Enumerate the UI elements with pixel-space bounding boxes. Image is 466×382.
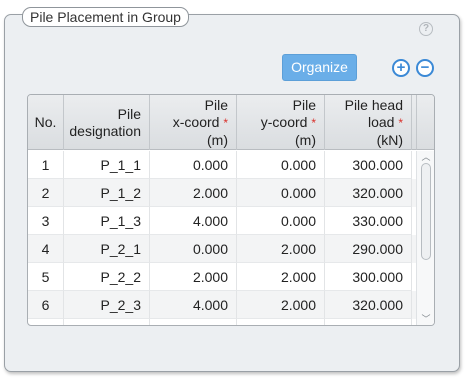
- cell-no: 1: [28, 151, 64, 179]
- cell-load[interactable]: 320.000: [325, 179, 412, 207]
- column-header-no-label: No.: [34, 114, 57, 130]
- pile-table: No. Pile designation Pile x-coord * (m) …: [27, 94, 435, 326]
- header-scroll-corner: [416, 95, 434, 150]
- table-row[interactable]: 5 P_2_2 2.000 2.000 300.000: [28, 263, 416, 291]
- table-header: No. Pile designation Pile x-coord * (m) …: [28, 95, 416, 150]
- cell-designation[interactable]: P_1_1: [64, 151, 150, 179]
- cell-y-coord[interactable]: 2.000: [237, 235, 325, 263]
- designation-header-line1: Pile: [117, 105, 141, 122]
- cell-designation[interactable]: P_2_3: [64, 291, 150, 319]
- cell-load[interactable]: 320.000: [325, 291, 412, 319]
- cell-x-coord[interactable]: 4.000: [150, 207, 237, 235]
- column-header-y-coord-label: Pile y-coord * (m): [261, 97, 316, 149]
- column-header-no[interactable]: No.: [28, 95, 64, 150]
- remove-row-icon[interactable]: −: [416, 59, 434, 77]
- chevron-down-icon[interactable]: ﹀: [420, 314, 432, 324]
- required-marker: *: [398, 115, 403, 130]
- column-header-designation-label: Pile designation: [69, 106, 141, 140]
- cell-x-coord[interactable]: 2.000: [150, 263, 237, 291]
- cell-no: 5: [28, 263, 64, 291]
- cell-load[interactable]: 300.000: [325, 263, 412, 291]
- add-row-icon[interactable]: +: [392, 59, 410, 77]
- cell-y-coord[interactable]: [237, 319, 325, 325]
- cell-designation[interactable]: P_2_1: [64, 235, 150, 263]
- cell-designation[interactable]: P_1_3: [64, 207, 150, 235]
- x-header-line1: Pile: [204, 96, 228, 113]
- column-header-load-label: Pile head load * (kN): [345, 97, 403, 149]
- cell-load[interactable]: [325, 319, 412, 325]
- table-row-partial[interactable]: [28, 319, 416, 325]
- chevron-up-icon[interactable]: ︿: [420, 152, 432, 162]
- cell-x-coord[interactable]: [150, 319, 237, 325]
- cell-y-coord[interactable]: 0.000: [237, 179, 325, 207]
- x-header-line3: (m): [207, 131, 228, 148]
- y-header-line3: (m): [295, 131, 316, 148]
- cell-y-coord[interactable]: 2.000: [237, 291, 325, 319]
- required-marker: *: [311, 115, 316, 130]
- organize-button[interactable]: Organize: [282, 54, 357, 81]
- table-row[interactable]: 6 P_2_3 4.000 2.000 320.000: [28, 291, 416, 319]
- cell-x-coord[interactable]: 0.000: [150, 151, 237, 179]
- cell-no: [28, 319, 64, 325]
- vertical-scrollbar[interactable]: ︿ ﹀: [416, 151, 434, 325]
- table-row[interactable]: 3 P_1_3 4.000 0.000 330.000: [28, 207, 416, 235]
- y-header-line2: y-coord: [260, 113, 308, 130]
- y-header-line1: Pile: [292, 96, 316, 113]
- load-header-line2: load: [367, 113, 395, 130]
- cell-load[interactable]: 300.000: [325, 151, 412, 179]
- scrollbar-thumb[interactable]: [421, 163, 431, 260]
- cell-no: 4: [28, 235, 64, 263]
- cell-no: 6: [28, 291, 64, 319]
- required-marker: *: [223, 115, 228, 130]
- x-header-line2: x-coord: [172, 113, 220, 130]
- cell-x-coord[interactable]: 4.000: [150, 291, 237, 319]
- table-row[interactable]: 1 P_1_1 0.000 0.000 300.000: [28, 151, 416, 179]
- cell-no: 3: [28, 207, 64, 235]
- load-header-line3: (kN): [376, 131, 403, 148]
- cell-y-coord[interactable]: 0.000: [237, 151, 325, 179]
- table-body: 1 P_1_1 0.000 0.000 300.000 2 P_1_2 2.00…: [28, 151, 416, 325]
- table-row[interactable]: 2 P_1_2 2.000 0.000 320.000: [28, 179, 416, 207]
- cell-x-coord[interactable]: 2.000: [150, 179, 237, 207]
- designation-header-line2: designation: [69, 122, 141, 139]
- column-header-designation[interactable]: Pile designation: [64, 95, 150, 150]
- column-header-x-coord-label: Pile x-coord * (m): [173, 97, 228, 149]
- cell-y-coord[interactable]: 0.000: [237, 207, 325, 235]
- cell-designation[interactable]: [64, 319, 150, 325]
- load-header-line1: Pile head: [344, 96, 403, 113]
- panel-title: Pile Placement in Group: [22, 7, 189, 27]
- table-row[interactable]: 4 P_2_1 0.000 2.000 290.000: [28, 235, 416, 263]
- cell-load[interactable]: 330.000: [325, 207, 412, 235]
- column-header-load[interactable]: Pile head load * (kN): [325, 95, 412, 150]
- cell-designation[interactable]: P_1_2: [64, 179, 150, 207]
- cell-no: 2: [28, 179, 64, 207]
- help-icon[interactable]: ?: [419, 22, 433, 36]
- cell-load[interactable]: 290.000: [325, 235, 412, 263]
- cell-designation[interactable]: P_2_2: [64, 263, 150, 291]
- column-header-x-coord[interactable]: Pile x-coord * (m): [150, 95, 237, 150]
- cell-y-coord[interactable]: 2.000: [237, 263, 325, 291]
- cell-x-coord[interactable]: 0.000: [150, 235, 237, 263]
- column-header-y-coord[interactable]: Pile y-coord * (m): [237, 95, 325, 150]
